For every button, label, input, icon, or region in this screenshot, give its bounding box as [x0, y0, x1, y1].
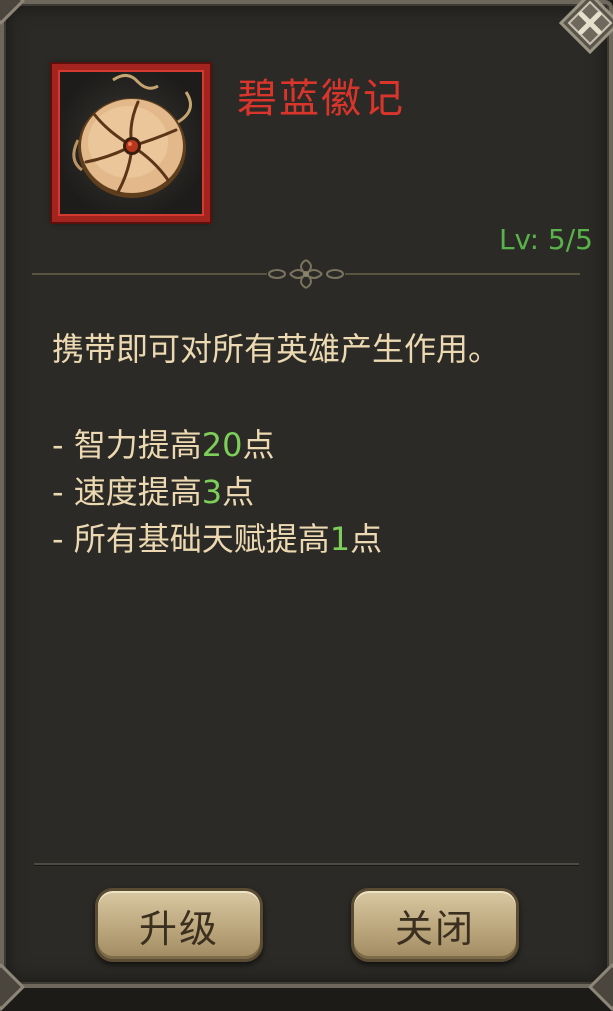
effect-value: 3 [201, 473, 223, 511]
effect-line: - 所有基础天赋提高1点 [52, 520, 383, 558]
medallion-amulet-icon [72, 74, 192, 198]
divider [34, 863, 579, 866]
effect-line: - 智力提高20点 [52, 426, 275, 464]
upgrade-button[interactable]: 升级 [95, 888, 263, 962]
item-detail-dialog: 碧蓝徽记 Lv: 5/5 携带即可对所有英雄产生作用。 - 智力提高20点 - … [0, 0, 613, 1011]
frame-corner-ornament [587, 962, 613, 1011]
effect-line: - 速度提高3点 [52, 473, 255, 511]
item-icon-frame [50, 62, 212, 224]
effect-list: - 智力提高20点 - 速度提高3点 - 所有基础天赋提高1点 [52, 422, 382, 563]
item-name: 碧蓝徽记 [237, 76, 405, 122]
ornamental-divider [32, 259, 580, 289]
effect-value: 1 [329, 520, 351, 558]
close-icon[interactable] [559, 0, 613, 54]
effect-value: 20 [201, 426, 243, 464]
item-description: 携带即可对所有英雄产生作用。 [52, 330, 501, 368]
frame-corner-ornament [0, 962, 26, 1011]
close-button[interactable]: 关闭 [351, 888, 519, 962]
item-level: Lv: 5/5 [498, 223, 593, 256]
frame-corner-ornament [0, 0, 26, 26]
